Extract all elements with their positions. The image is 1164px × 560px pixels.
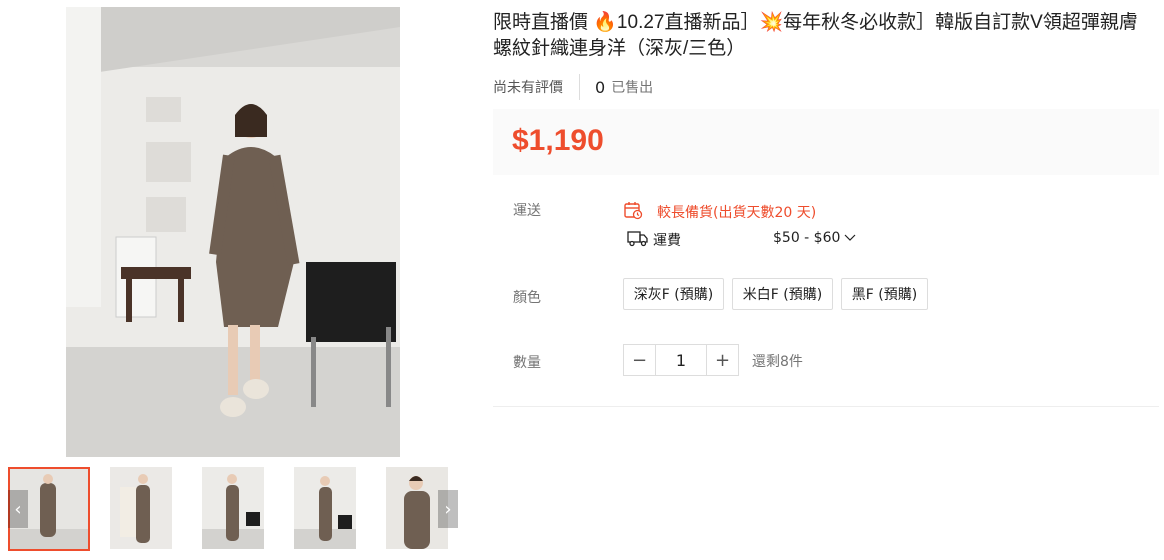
shipping-fee-dropdown[interactable]: $50 - $60 <box>773 230 856 246</box>
section-divider <box>493 406 1159 407</box>
quantity-stepper: − 1 + <box>623 344 739 376</box>
thumbnail-2[interactable] <box>110 467 172 549</box>
gallery-next-button[interactable]: › <box>438 490 458 528</box>
divider <box>579 74 580 100</box>
sold-label: 已售出 <box>611 80 654 96</box>
gallery-prev-button[interactable]: ‹ <box>8 490 28 528</box>
quantity-decrease-button[interactable]: − <box>624 345 655 375</box>
chevron-down-icon <box>844 230 856 246</box>
shipping-fee-label: 運費 <box>653 233 681 249</box>
preorder-notice: 較長備貨(出貨天數20 天) <box>623 200 816 224</box>
color-option-off-white[interactable]: 米白F (預購) <box>732 278 833 310</box>
price: $1,190 <box>512 124 604 157</box>
shipping-label: 運送 <box>513 203 541 219</box>
quantity-input[interactable]: 1 <box>655 345 707 375</box>
color-option-dark-gray[interactable]: 深灰F (預購) <box>623 278 724 310</box>
stock-remaining: 還剩8件 <box>752 354 803 370</box>
rating-row: 尚未有評價 0 已售出 <box>493 74 653 100</box>
shipping-fee-value: $50 - $60 <box>773 230 841 246</box>
shipping-fee-row: 運費 $50 - $60 <box>627 229 856 251</box>
thumbnail-strip: ‹ › <box>8 467 460 551</box>
quantity-label: 數量 <box>513 355 541 371</box>
preorder-text: 較長備貨(出貨天數20 天) <box>657 205 817 221</box>
price-box: $1,190 <box>493 109 1159 175</box>
color-option-black[interactable]: 黑F (預購) <box>841 278 928 310</box>
product-main-image[interactable] <box>66 7 400 457</box>
calendar-clock-icon <box>623 200 643 224</box>
quantity-increase-button[interactable]: + <box>707 345 738 375</box>
color-label: 顏色 <box>513 290 541 306</box>
sold-count: 0 <box>595 77 606 97</box>
thumbnail-3[interactable] <box>202 467 264 549</box>
truck-icon <box>627 229 649 251</box>
thumbnail-4[interactable] <box>294 467 356 549</box>
rating-text[interactable]: 尚未有評價 <box>493 77 579 97</box>
product-title: 限時直播價 🔥10.27直播新品］💥每年秋冬必收款］韓版自訂款V領超彈親膚螺紋針… <box>493 12 1138 59</box>
